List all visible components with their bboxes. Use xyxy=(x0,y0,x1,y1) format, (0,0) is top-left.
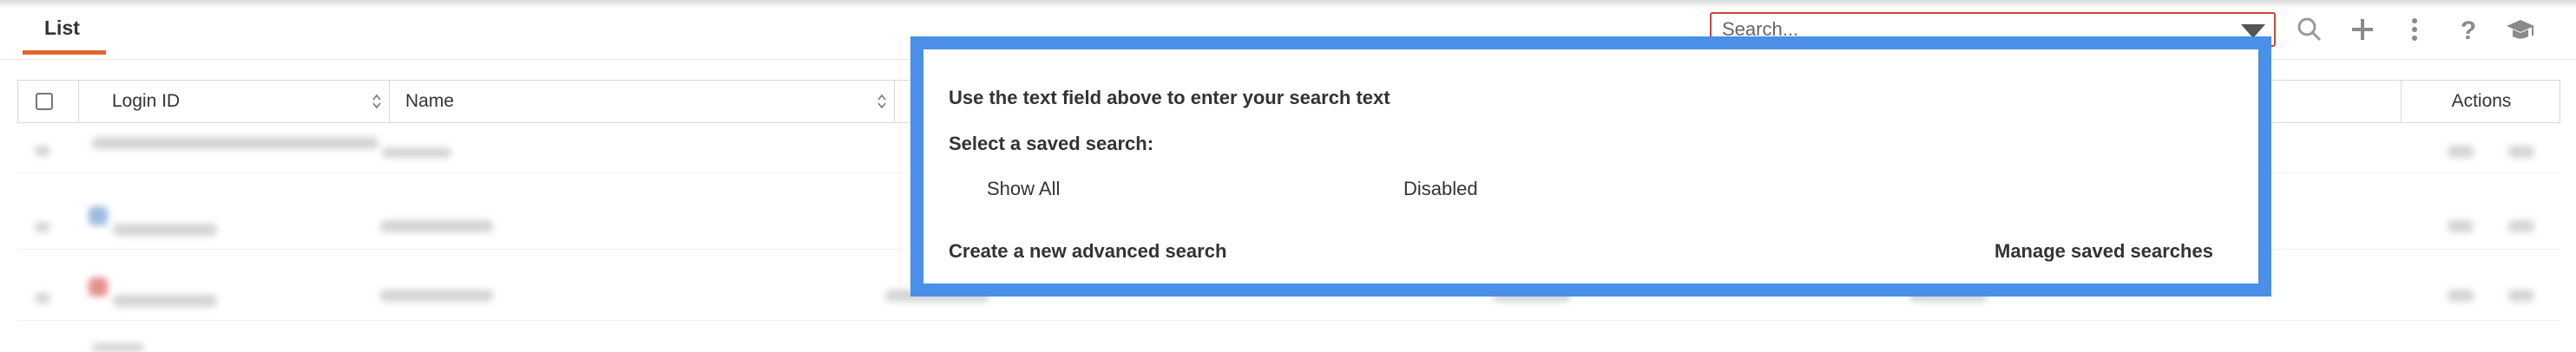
blurred-cell xyxy=(92,343,144,352)
create-advanced-search-link[interactable]: Create a new advanced search xyxy=(949,240,1226,263)
blurred-cell xyxy=(113,224,217,236)
active-tab-indicator xyxy=(23,50,106,55)
svg-text:?: ? xyxy=(2461,16,2476,42)
blurred-cell xyxy=(380,290,493,302)
blurred-cell xyxy=(89,206,108,225)
saved-search-label: Select a saved search: xyxy=(949,133,1154,154)
select-all-checkbox[interactable] xyxy=(36,93,53,110)
sort-icon[interactable] xyxy=(371,93,382,110)
more-vertical-icon[interactable] xyxy=(2399,14,2430,45)
saved-search-show-all[interactable]: Show All xyxy=(987,178,1060,200)
column-login-id-label: Login ID xyxy=(112,91,181,111)
search-icon[interactable] xyxy=(2294,14,2325,45)
graduation-cap-icon[interactable] xyxy=(2505,14,2536,45)
sort-icon[interactable] xyxy=(877,93,887,110)
table-row[interactable] xyxy=(17,338,2560,352)
plus-icon[interactable] xyxy=(2347,14,2378,45)
search-hint-text: Use the text field above to enter your s… xyxy=(949,87,1390,108)
blurred-cell xyxy=(2448,220,2474,232)
blurred-cell xyxy=(2508,220,2534,232)
blurred-cell xyxy=(380,220,493,232)
select-all-header xyxy=(18,81,79,122)
blurred-cell xyxy=(2508,290,2534,302)
column-actions-label: Actions xyxy=(2451,91,2512,111)
manage-saved-searches-link[interactable]: Manage saved searches xyxy=(1994,240,2213,263)
blurred-cell xyxy=(92,137,378,149)
help-icon[interactable]: ? xyxy=(2453,14,2484,45)
blurred-cell xyxy=(2448,146,2474,158)
top-shadow xyxy=(0,0,2576,9)
blurred-cell xyxy=(89,277,108,297)
column-actions: Actions xyxy=(2402,81,2561,122)
blurred-cell xyxy=(113,295,217,307)
blurred-cell xyxy=(35,293,50,303)
column-login-id[interactable]: Login ID xyxy=(79,81,390,122)
blurred-cell xyxy=(35,222,50,232)
saved-search-disabled[interactable]: Disabled xyxy=(1403,178,1478,200)
blurred-cell xyxy=(2508,146,2534,158)
blurred-cell xyxy=(35,146,50,156)
blurred-cell xyxy=(382,147,451,158)
column-name[interactable]: Name xyxy=(390,81,895,122)
blurred-cell xyxy=(2448,290,2474,302)
search-dropdown-panel: Use the text field above to enter your s… xyxy=(910,36,2271,297)
column-name-label: Name xyxy=(405,91,455,111)
